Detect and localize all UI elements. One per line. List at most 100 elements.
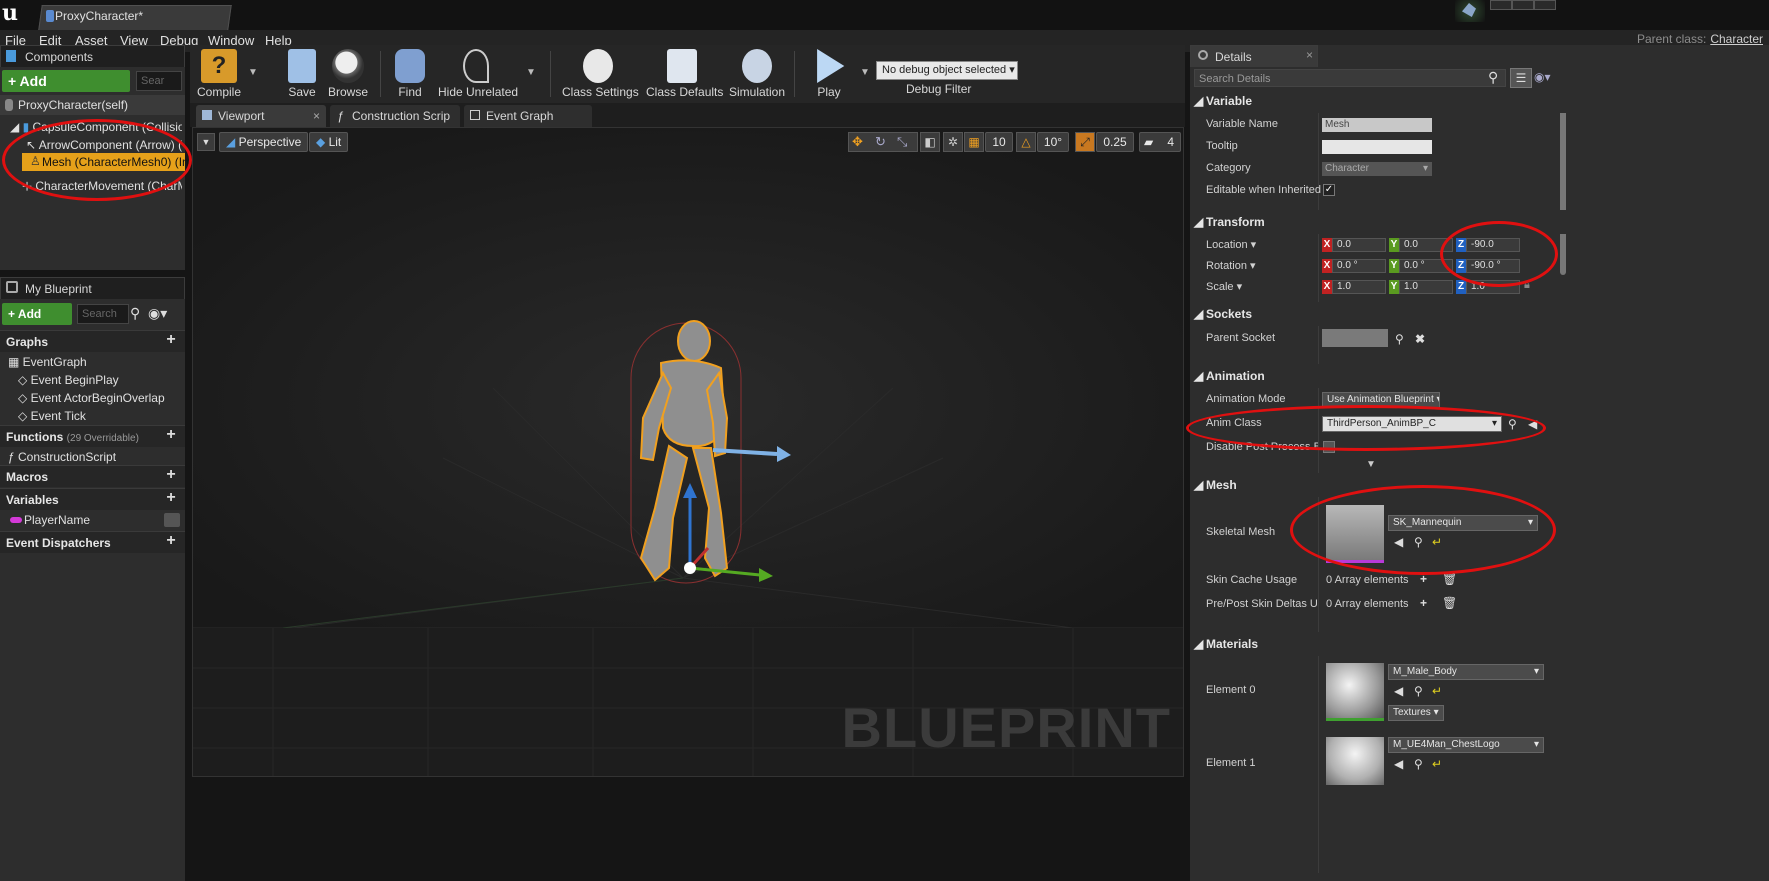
perspective-button[interactable]: ◢ Perspective [219,132,309,152]
element0-dropdown[interactable]: M_Male_Body ▾ [1388,664,1544,680]
section-event-dispatchers[interactable]: Event Dispatchers [0,531,185,553]
rotation-x-input[interactable]: 0.0 ° [1332,259,1386,273]
compile-button[interactable]: ? Compile [194,45,244,103]
blueprint-search-input[interactable]: Search [77,304,129,324]
details-scrollbar[interactable] [1560,95,1566,275]
scale-icon[interactable]: ⤡ [897,134,907,150]
tab-viewport[interactable]: Viewport × [196,105,326,127]
rotation-snap-icon[interactable]: △ [1016,132,1036,152]
element1-thumbnail[interactable] [1326,737,1384,785]
use-selected-arrow-icon[interactable]: ◀ [1394,757,1403,771]
section-macros[interactable]: Macros [0,465,185,487]
advanced-expand-icon[interactable]: ▼ [1366,459,1376,470]
view-options-eye-icon[interactable]: ◉▾ [1534,70,1551,84]
add-component-button[interactable]: + Add Component [2,70,130,111]
event-item-tick[interactable]: ◇ Event Tick [18,407,86,425]
reset-yellow-arrow-icon[interactable]: ↵ [1432,684,1442,698]
rotate-icon[interactable]: ↻ [875,134,886,150]
camera-speed-button[interactable]: ▰ 4 [1139,132,1181,152]
location-label[interactable]: Location ▾ [1206,234,1256,256]
category-dropdown[interactable]: Character ▾ [1322,162,1432,176]
use-selected-arrow-icon[interactable]: ◀ [1394,684,1403,698]
reset-yellow-arrow-icon[interactable]: ↵ [1432,757,1442,771]
maximize-button[interactable] [1512,0,1534,10]
translate-icon[interactable]: ✥ [852,134,863,150]
element0-thumbnail[interactable] [1326,663,1384,721]
clear-x-icon[interactable]: ✖ [1415,332,1425,346]
browse-button[interactable]: Browse [326,45,370,103]
details-tab[interactable]: Details [1190,45,1318,67]
event-graph-item[interactable]: ▦ EventGraph [8,353,87,371]
lit-button[interactable]: ◆ Lit [309,132,349,152]
variable-visibility-icon[interactable] [164,513,180,527]
play-button[interactable]: Play [808,45,850,103]
components-panel-header[interactable]: Components [0,45,185,67]
element1-dropdown[interactable]: M_UE4Man_ChestLogo ▾ [1388,737,1544,753]
section-variable[interactable]: ◢ Variable [1190,89,1769,113]
find-button[interactable]: Find [390,45,430,103]
scale-snap-icon[interactable]: ⤢ [1075,132,1095,152]
browse-magnifier-icon[interactable]: ⚲ [1414,757,1423,771]
add-macro-plus-icon[interactable]: + [163,467,179,484]
scale-label[interactable]: Scale ▾ [1206,276,1242,298]
event-item-overlap[interactable]: ◇ Event ActorBeginOverlap [18,389,165,407]
add-variable-plus-icon[interactable]: + [163,490,179,507]
close-button[interactable] [1534,0,1556,10]
add-function-plus-icon[interactable]: + [163,427,179,444]
tab-close-icon[interactable]: × [313,105,320,127]
variable-playername[interactable]: PlayerName [24,511,90,529]
grid-snap-icon[interactable]: ▦ [964,132,984,152]
debug-object-select[interactable]: No debug object selected ▾ [876,61,1018,80]
section-materials[interactable]: ◢ Materials [1190,632,1769,656]
scale-x-input[interactable]: 1.0 [1332,280,1386,294]
compile-options-chevron-icon[interactable]: ▼ [248,67,258,78]
construction-script-item[interactable]: ƒ ConstructionScript [8,448,116,466]
details-close-icon[interactable]: × [1306,48,1313,62]
eye-visibility-icon[interactable]: ◉▾ [148,305,167,322]
event-item-beginplay[interactable]: ◇ Event BeginPlay [18,371,119,389]
unreal-logo-icon[interactable]: u [2,2,24,24]
search-icon[interactable]: ⚲ [130,305,140,322]
scale-y-input[interactable]: 1.0 [1399,280,1453,294]
components-search-input[interactable]: Sear [136,71,182,91]
parent-socket-field[interactable] [1322,329,1388,347]
grid-snap-value[interactable]: 10 [985,132,1013,152]
hide-unrelated-button[interactable]: Hide Unrelated [438,45,518,103]
location-x-input[interactable]: 0.0 [1332,238,1386,252]
play-options-chevron-icon[interactable]: ▼ [860,67,870,78]
variable-name-input[interactable]: Mesh [1322,118,1432,132]
rotation-snap-value[interactable]: 10° [1037,132,1069,152]
property-matrix-icon[interactable]: ☰ [1510,68,1532,88]
section-animation[interactable]: ◢ Animation [1190,364,1769,388]
browse-magnifier-icon[interactable]: ⚲ [1395,332,1404,346]
browse-magnifier-icon[interactable]: ⚲ [1414,684,1423,698]
add-element-plus-icon[interactable]: + [1420,596,1427,610]
hide-unrelated-chevron-icon[interactable]: ▼ [526,67,536,78]
class-settings-button[interactable]: Class Settings [562,45,639,103]
section-variables[interactable]: Variables [0,488,185,510]
textures-dropdown[interactable]: Textures ▾ [1388,705,1444,721]
search-icon[interactable]: ⚲ [1488,69,1498,86]
editable-inherited-checkbox[interactable]: ✓ [1323,184,1335,196]
minimize-button[interactable] [1490,0,1512,10]
section-functions[interactable]: Functions (29 Overridable) [0,425,185,447]
section-graphs[interactable]: Graphs [0,330,185,352]
viewport-options-chevron-icon[interactable]: ▼ [197,133,215,151]
parent-class-link[interactable]: Character [1710,32,1763,46]
section-sockets[interactable]: ◢ Sockets [1190,302,1769,326]
self-row[interactable]: ProxyCharacter(self) [0,95,185,115]
add-graph-plus-icon[interactable]: + [163,332,179,349]
details-search-input[interactable]: Search Details [1194,69,1506,87]
tooltip-input[interactable] [1322,140,1432,154]
class-defaults-button[interactable]: Class Defaults [646,45,723,103]
add-new-button[interactable]: + Add New [2,303,72,343]
save-button[interactable]: Save [282,45,322,103]
world-local-toggle-icon[interactable]: ◧ [920,132,940,152]
tab-event-graph[interactable]: Event Graph [464,105,592,127]
surface-snap-icon[interactable]: ✲ [943,132,963,152]
tab-construction-script[interactable]: Construction Scrip ƒ [330,105,460,127]
scale-snap-value[interactable]: 0.25 [1096,132,1134,152]
trash-icon[interactable]: 🗑︎ [1442,596,1457,610]
simulation-button[interactable]: Simulation [728,45,786,103]
rotation-label[interactable]: Rotation ▾ [1206,255,1256,277]
